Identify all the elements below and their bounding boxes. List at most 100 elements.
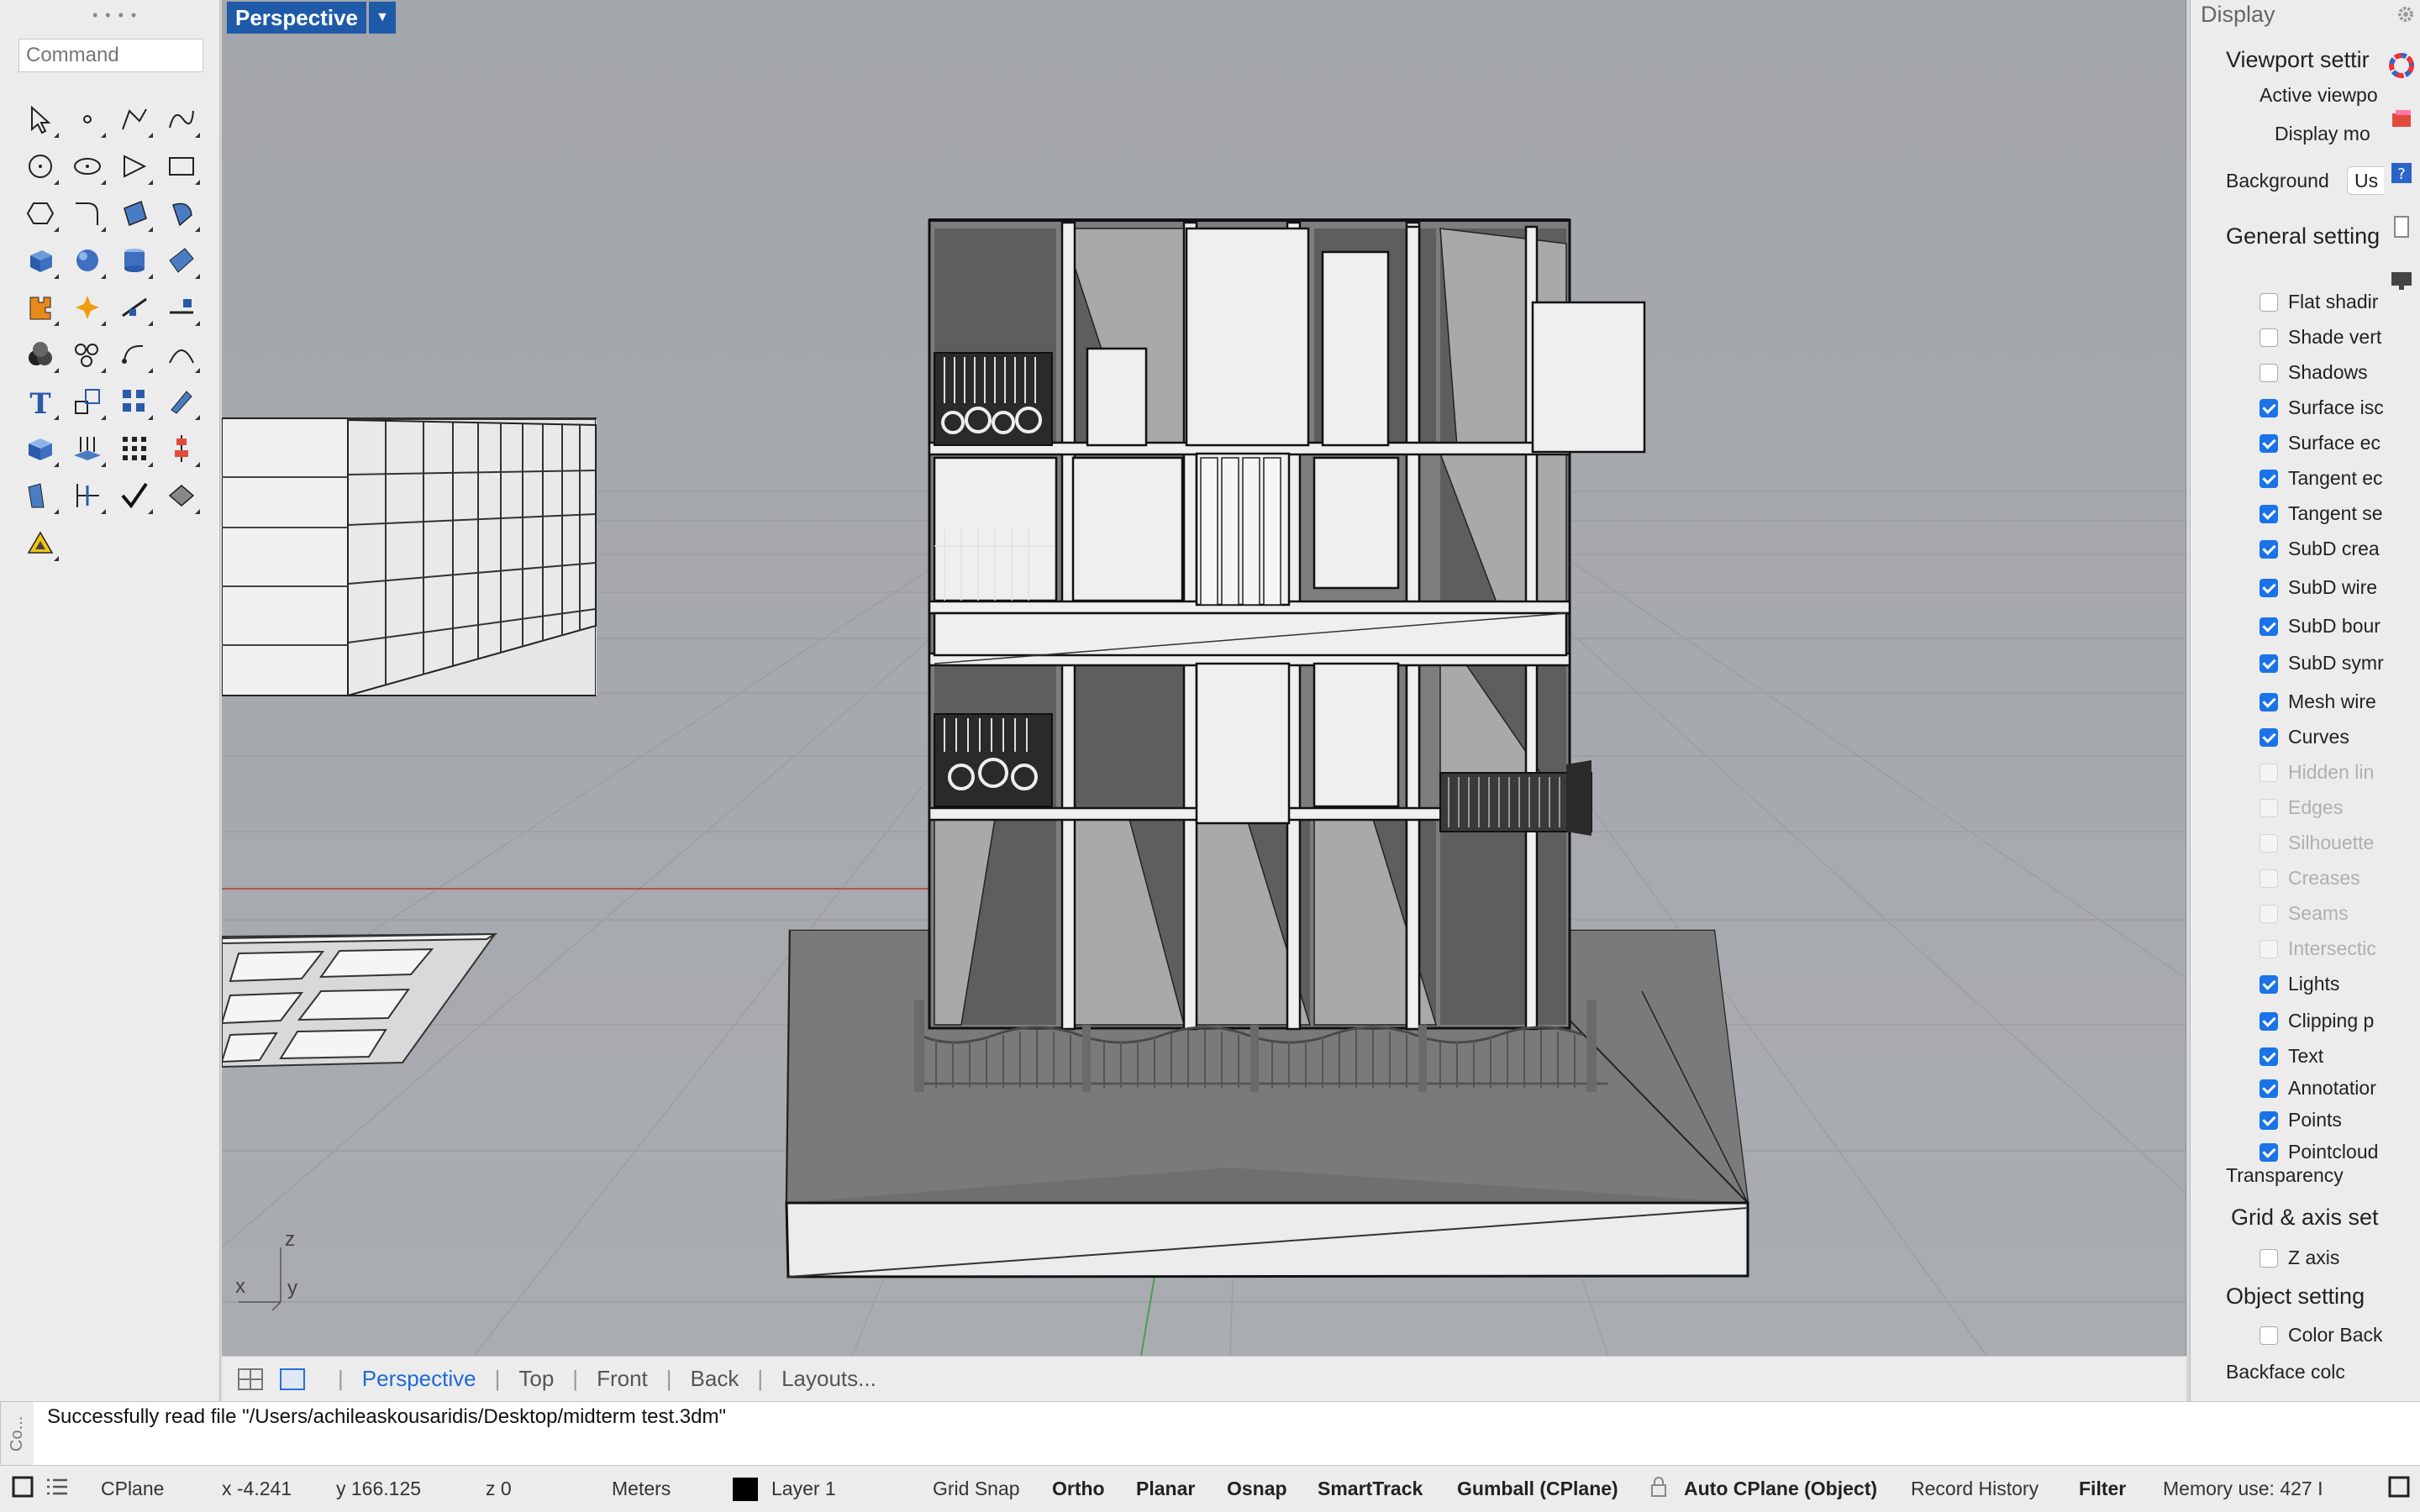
display-checkbox[interactable]: SubD bour (2260, 615, 2381, 638)
display-checkbox[interactable]: Annotatior (2260, 1077, 2376, 1100)
checkbox-label: Mesh wire (2288, 690, 2376, 712)
split-icon[interactable] (158, 284, 205, 331)
polygon-icon[interactable] (111, 143, 158, 190)
hexagon-icon[interactable] (17, 190, 64, 237)
units-label[interactable]: Meters (612, 1478, 671, 1500)
group-icon[interactable] (64, 331, 111, 378)
gumball-toggle[interactable]: Gumball (CPlane) (1457, 1478, 1618, 1500)
patch-icon[interactable] (158, 190, 205, 237)
document-icon[interactable] (2385, 210, 2418, 244)
arc-icon[interactable] (158, 331, 205, 378)
svg-text:?: ? (2397, 165, 2406, 183)
tab-layouts[interactable]: Layouts... (781, 1366, 876, 1392)
check-icon[interactable] (111, 472, 158, 519)
trim-icon[interactable] (111, 284, 158, 331)
perspective-viewport[interactable]: z x y Perspective ▼ (222, 0, 2186, 1356)
display-panel-content: Display Viewport settir Active viewpo Di… (2191, 0, 2384, 1401)
sphere-icon[interactable] (64, 237, 111, 284)
tab-back[interactable]: Back (691, 1366, 739, 1392)
ellipse-icon[interactable] (64, 143, 111, 190)
cylinder-icon[interactable] (111, 237, 158, 284)
smarttrack-toggle[interactable]: SmartTrack (1318, 1478, 1423, 1500)
layout-icon[interactable] (17, 472, 64, 519)
explode-icon[interactable] (64, 284, 111, 331)
point-icon[interactable] (64, 96, 111, 143)
display-checkbox[interactable]: Shadows (2260, 361, 2368, 384)
filter-toggle[interactable]: Filter (2079, 1478, 2126, 1500)
fillet-curve-icon[interactable] (64, 190, 111, 237)
cplane-label[interactable]: CPlane (101, 1478, 164, 1500)
list-icon[interactable] (45, 1476, 69, 1503)
color-wheel-icon[interactable] (2385, 49, 2418, 82)
display-checkbox[interactable]: SubD wire (2260, 576, 2377, 599)
tab-top[interactable]: Top (518, 1366, 554, 1392)
single-viewport-icon[interactable] (277, 1367, 308, 1392)
display-checkbox[interactable]: Curves (2260, 726, 2349, 748)
display-monitor-icon[interactable] (2385, 264, 2418, 297)
surface-icon[interactable] (111, 190, 158, 237)
lock-icon[interactable] (1650, 1476, 1667, 1503)
single-pane-icon[interactable] (12, 1476, 34, 1503)
light-icon[interactable] (17, 519, 64, 566)
planar-toggle[interactable]: Planar (1136, 1478, 1195, 1500)
command-history-tab[interactable]: Co... (0, 1402, 34, 1466)
edit-icon[interactable] (158, 378, 205, 425)
display-checkbox[interactable]: Surface isc (2260, 396, 2384, 419)
puzzle-icon[interactable] (17, 284, 64, 331)
help-icon[interactable]: ? (2385, 156, 2418, 190)
panel-grip-icon[interactable]: • • • • (92, 7, 138, 24)
display-checkbox[interactable]: Points (2260, 1109, 2342, 1131)
display-checkbox[interactable]: SubD crea (2260, 538, 2380, 560)
polyline-icon[interactable] (111, 96, 158, 143)
align-icon[interactable] (158, 425, 205, 472)
box-icon[interactable] (17, 237, 64, 284)
display-checkbox[interactable]: Shade vert (2260, 326, 2381, 349)
ortho-toggle[interactable]: Ortho (1052, 1478, 1105, 1500)
checkbox-label: Z axis (2288, 1247, 2340, 1268)
solid-icon[interactable] (17, 425, 64, 472)
layer-label[interactable]: Layer 1 (771, 1478, 836, 1500)
display-checkbox[interactable]: Lights (2260, 973, 2339, 995)
display-checkbox[interactable]: Text (2260, 1045, 2323, 1068)
scale-icon[interactable] (64, 378, 111, 425)
display-checkbox[interactable]: SubD symr (2260, 652, 2384, 675)
array-icon[interactable] (111, 378, 158, 425)
circle-icon[interactable] (17, 143, 64, 190)
extrude-icon[interactable] (64, 425, 111, 472)
analyze-icon[interactable] (64, 472, 111, 519)
display-checkbox[interactable]: Clipping p (2260, 1010, 2374, 1032)
record-history-toggle[interactable]: Record History (1911, 1478, 2039, 1500)
z-axis-checkbox[interactable]: Z axis (2260, 1247, 2339, 1269)
layer-color-swatch[interactable] (733, 1478, 758, 1501)
text-icon[interactable]: T (17, 378, 64, 425)
display-checkbox[interactable]: Tangent ec (2260, 467, 2383, 490)
rectangle-icon[interactable] (158, 143, 205, 190)
plane-surface-icon[interactable] (158, 237, 205, 284)
display-checkbox[interactable]: Surface ec (2260, 432, 2381, 454)
checkbox-label: Tangent ec (2288, 467, 2383, 489)
display-checkbox[interactable]: Pointcloud (2260, 1141, 2378, 1163)
display-checkbox[interactable]: Flat shadir (2260, 291, 2378, 313)
four-viewports-icon[interactable] (235, 1367, 266, 1392)
osnap-toggle[interactable]: Osnap (1227, 1478, 1287, 1500)
auto-cplane-toggle[interactable]: Auto CPlane (Object) (1684, 1478, 1877, 1500)
viewport-dropdown-icon[interactable]: ▼ (368, 2, 396, 34)
grid-snap-toggle[interactable]: Grid Snap (933, 1478, 1020, 1500)
gear-icon[interactable] (2395, 3, 2417, 25)
tab-front[interactable]: Front (597, 1366, 648, 1392)
viewport-name-button[interactable]: Perspective (227, 2, 366, 34)
boolean-icon[interactable] (17, 331, 64, 378)
background-select[interactable]: Us (2347, 166, 2384, 195)
layers-icon[interactable] (2385, 102, 2418, 136)
display-checkbox[interactable]: Mesh wire (2260, 690, 2376, 713)
tab-perspective[interactable]: Perspective (362, 1366, 476, 1392)
select-arrow-icon[interactable] (17, 96, 64, 143)
command-input[interactable] (18, 39, 203, 72)
grid-array-icon[interactable] (111, 425, 158, 472)
render-icon[interactable] (158, 472, 205, 519)
color-back-checkbox[interactable]: Color Back (2260, 1324, 2382, 1347)
display-checkbox[interactable]: Tangent se (2260, 502, 2383, 525)
maximize-icon[interactable] (2388, 1476, 2410, 1503)
rotate-icon[interactable] (111, 331, 158, 378)
curve-icon[interactable] (158, 96, 205, 143)
